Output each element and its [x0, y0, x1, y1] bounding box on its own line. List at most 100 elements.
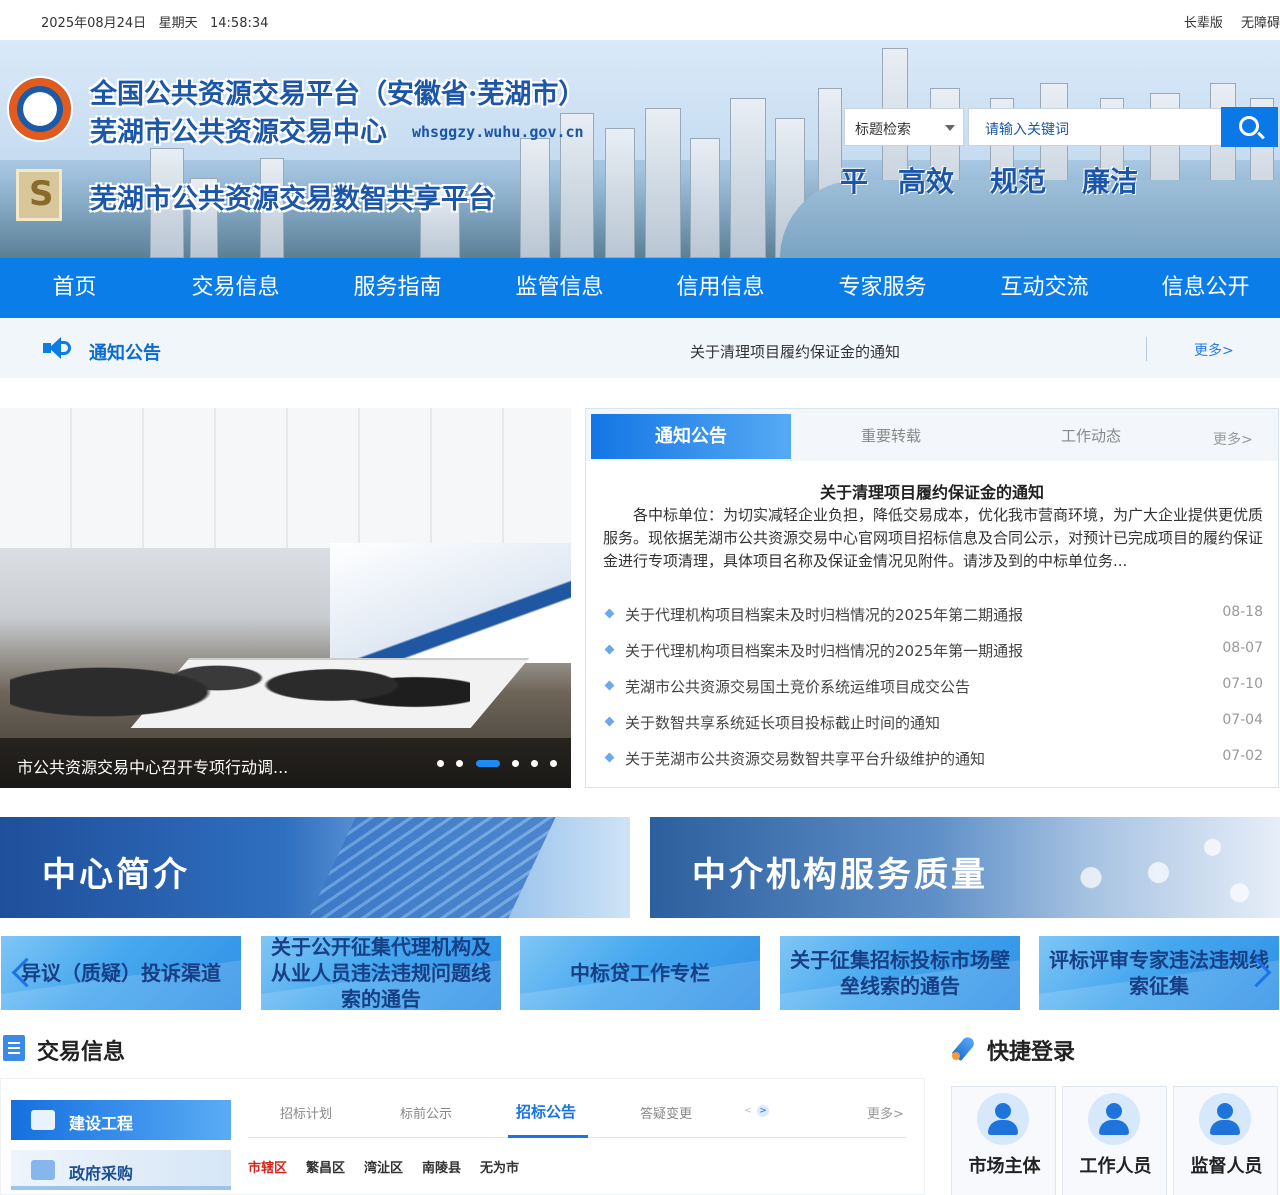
tab-work-news[interactable]: 工作动态 [991, 414, 1191, 459]
trade-more-link[interactable]: 更多> [867, 1103, 904, 1122]
news-panel: 通知公告 重要转载 工作动态 更多> 关于清理项目履约保证金的通知 各中标单位：… [585, 408, 1279, 788]
truck-icon [31, 1110, 55, 1130]
photo-ceiling [0, 408, 571, 548]
nav-interaction[interactable]: 互动交流 [964, 258, 1125, 318]
carousel-next-icon[interactable] [1246, 950, 1276, 996]
tab-notice[interactable]: 通知公告 [591, 414, 791, 459]
top-bar: 2025年08月24日 星期天 14:58:34 长辈版 无障碍 [0, 0, 1280, 40]
slider-dot[interactable] [550, 760, 557, 767]
carousel-banner[interactable]: 关于公开征集代理机构及从业人员违法违规问题线索的通告 [261, 936, 501, 1010]
search-icon [1239, 116, 1259, 136]
center-intro-title: 中心简介 [42, 855, 190, 895]
slider-dot[interactable] [437, 760, 444, 767]
cart-icon [31, 1160, 55, 1180]
bullet-icon [604, 644, 615, 655]
nav-disclosure[interactable]: 信息公开 [1125, 258, 1280, 318]
bullet-icon [604, 680, 615, 691]
nav-trade-info[interactable]: 交易信息 [155, 258, 316, 318]
agency-quality-card[interactable]: 中介机构服务质量 [650, 817, 1280, 918]
notice-label: 通知公告 [89, 343, 161, 364]
slider-dot[interactable] [512, 760, 519, 767]
nav-supervision[interactable]: 监管信息 [479, 258, 640, 318]
side-tab-procurement[interactable]: 政府采购 [11, 1150, 231, 1190]
slogan-3: 规范 [990, 165, 1047, 198]
agency-quality-title: 中介机构服务质量 [692, 855, 988, 895]
nav-expert[interactable]: 专家服务 [802, 258, 963, 318]
tab-bid-announcement[interactable]: 招标公告 [516, 1101, 576, 1122]
bullet-icon [604, 716, 615, 727]
headline-summary: 各中标单位：为切实减轻企业负担，降低交易成本，优化我市营商环境，为广大企业提供更… [603, 506, 1264, 570]
platform-logo [7, 76, 73, 142]
banner-title-platform: 芜湖市公共资源交易数智共享平台 [90, 184, 495, 215]
carousel-banner[interactable]: 关于征集招标投标市场壁垒线索的通告 [780, 936, 1020, 1010]
building [645, 108, 681, 258]
building [730, 98, 766, 258]
glass-building-image [295, 817, 565, 918]
staff-icon [1088, 1093, 1140, 1145]
slider-caption[interactable]: 市公共资源交易中心召开专项行动调... [17, 754, 288, 778]
news-photo-slider[interactable]: 市公共资源交易中心召开专项行动调... [0, 408, 571, 788]
notice-strip [0, 318, 1280, 378]
nav-service-guide[interactable]: 服务指南 [317, 258, 478, 318]
chevron-down-icon [945, 125, 955, 131]
tabs-next-icon[interactable]: > [757, 1105, 769, 1117]
data-share-logo: S [16, 169, 62, 221]
search-button[interactable] [1221, 107, 1278, 147]
slogan-1: 平 [840, 165, 869, 198]
slogan-4: 廉洁 [1082, 165, 1139, 198]
banner-url: whsggzy.wuhu.gov.cn [412, 123, 584, 141]
region-fanchang[interactable]: 繁昌区 [306, 1157, 345, 1176]
bullet-icon [604, 608, 615, 619]
elderly-version-link[interactable]: 长辈版 [1184, 16, 1223, 31]
slogan-2: 高效 [898, 165, 955, 198]
tab-reprint[interactable]: 重要转载 [791, 414, 991, 459]
region-nanling[interactable]: 南陵县 [422, 1157, 461, 1176]
bullet-icon [604, 752, 615, 763]
news-item[interactable]: 关于数智共享系统延长项目投标截止时间的通知 07-04 [603, 711, 1263, 733]
tab-bid-plan[interactable]: 招标计划 [280, 1103, 332, 1122]
building [690, 138, 720, 258]
slider-dot[interactable] [456, 760, 463, 767]
headline-title[interactable]: 关于清理项目履约保证金的通知 [586, 479, 1278, 503]
tab-qa-change[interactable]: 答疑变更 [640, 1103, 692, 1122]
quick-login-title: 快捷登录 [987, 1040, 1076, 1065]
network-image [1010, 817, 1280, 918]
group-icon [977, 1093, 1029, 1145]
accessibility-link[interactable]: 无障碍 [1241, 16, 1280, 31]
region-city[interactable]: 市辖区 [248, 1157, 287, 1176]
news-item[interactable]: 芜湖市公共资源交易国土竞价系统运维项目成交公告 07-10 [603, 675, 1263, 697]
search-input[interactable]: 请输入关键词 [968, 108, 1222, 146]
news-item[interactable]: 关于芜湖市公共资源交易数智共享平台升级维护的通知 07-02 [603, 747, 1263, 769]
nav-credit[interactable]: 信用信息 [640, 258, 801, 318]
region-wuwei[interactable]: 无为市 [480, 1157, 519, 1176]
center-intro-card[interactable]: 中心简介 [0, 817, 630, 918]
tab-pre-bid-notice[interactable]: 标前公示 [400, 1103, 452, 1122]
tabs-prev-icon[interactable]: < [742, 1105, 754, 1117]
carousel-prev-icon[interactable] [8, 950, 38, 996]
side-tab-construction[interactable]: 建设工程 [11, 1100, 231, 1140]
login-market-entity[interactable]: 市场主体 [951, 1086, 1056, 1195]
building [520, 138, 550, 258]
login-supervisor[interactable]: 监督人员 [1173, 1086, 1278, 1195]
photo-people [10, 608, 470, 748]
divider [1146, 337, 1147, 361]
header-banner: S 全国公共资源交易平台（安徽省·芜湖市） 芜湖市公共资源交易中心 whsggz… [0, 40, 1280, 258]
login-staff[interactable]: 工作人员 [1062, 1086, 1167, 1195]
slider-dot-active[interactable] [476, 760, 500, 767]
region-wanzhi[interactable]: 湾沚区 [364, 1157, 403, 1176]
news-item[interactable]: 关于代理机构项目档案未及时归档情况的2025年第一期通报 08-07 [603, 639, 1263, 661]
notice-scroll-text[interactable]: 关于清理项目履约保证金的通知 [690, 341, 900, 362]
banner-title-main: 全国公共资源交易平台（安徽省·芜湖市） [90, 79, 586, 110]
time-text: 14:58:34 [210, 16, 269, 31]
news-item[interactable]: 关于代理机构项目档案未及时归档情况的2025年第二期通报 08-18 [603, 603, 1263, 625]
weekday-text: 星期天 [158, 16, 198, 31]
date-time: 2025年08月24日 星期天 14:58:34 [41, 12, 268, 31]
slider-dot[interactable] [531, 760, 538, 767]
carousel-banner[interactable]: 中标贷工作专栏 [520, 936, 760, 1010]
nav-home[interactable]: 首页 [0, 258, 155, 318]
search-type-select[interactable]: 标题检索 [844, 108, 964, 146]
police-icon [1199, 1093, 1251, 1145]
speaker-icon [43, 337, 75, 359]
news-more-link[interactable]: 更多> [1213, 429, 1253, 449]
notice-more-link[interactable]: 更多> [1194, 340, 1234, 360]
